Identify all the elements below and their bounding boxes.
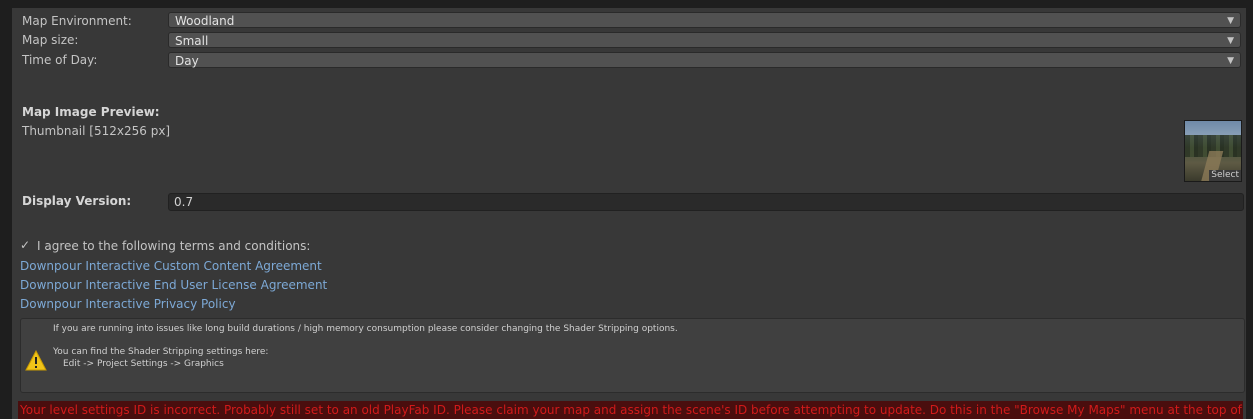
map-environment-dropdown[interactable]: Woodland ▼ bbox=[168, 12, 1241, 28]
terms-checkbox-label: I agree to the following terms and condi… bbox=[37, 239, 311, 253]
time-of-day-dropdown[interactable]: Day ▼ bbox=[168, 52, 1241, 68]
help-line-3: Edit -> Project Settings -> Graphics bbox=[63, 359, 224, 369]
warning-icon bbox=[25, 350, 47, 371]
map-size-value: Small bbox=[175, 34, 209, 48]
custom-content-agreement-link[interactable]: Downpour Interactive Custom Content Agre… bbox=[20, 259, 322, 273]
time-of-day-value: Day bbox=[175, 54, 199, 68]
right-panel-edge bbox=[1246, 8, 1253, 419]
dropdown-arrow-icon: ▼ bbox=[1227, 16, 1234, 26]
thumbnail-select-button[interactable]: Select bbox=[1209, 170, 1241, 181]
map-size-label: Map size: bbox=[22, 33, 79, 47]
error-message: Your level settings ID is incorrect. Pro… bbox=[18, 401, 1243, 419]
map-environment-label: Map Environment: bbox=[22, 14, 132, 28]
privacy-policy-link[interactable]: Downpour Interactive Privacy Policy bbox=[20, 297, 236, 311]
display-version-input[interactable]: 0.7 bbox=[168, 193, 1244, 211]
map-size-dropdown[interactable]: Small ▼ bbox=[168, 32, 1241, 48]
thumbnail-label: Thumbnail [512x256 px] bbox=[22, 124, 171, 138]
shader-stripping-help-box: If you are running into issues like long… bbox=[20, 318, 1245, 393]
eula-link[interactable]: Downpour Interactive End User License Ag… bbox=[20, 278, 327, 292]
display-version-value: 0.7 bbox=[174, 195, 194, 209]
time-of-day-label: Time of Day: bbox=[22, 53, 98, 67]
map-image-preview-heading: Map Image Preview: bbox=[22, 105, 160, 119]
dropdown-arrow-icon: ▼ bbox=[1227, 56, 1234, 66]
map-environment-value: Woodland bbox=[175, 14, 235, 28]
terms-checkbox[interactable]: ✓ bbox=[18, 238, 32, 252]
left-panel-edge bbox=[0, 8, 12, 419]
help-line-2: You can find the Shader Stripping settin… bbox=[53, 347, 269, 357]
help-line-1: If you are running into issues like long… bbox=[53, 324, 678, 334]
dropdown-arrow-icon: ▼ bbox=[1227, 36, 1234, 46]
thumbnail-picker[interactable]: Select bbox=[1184, 120, 1242, 182]
display-version-label: Display Version: bbox=[22, 194, 132, 208]
top-bar bbox=[0, 0, 1253, 8]
